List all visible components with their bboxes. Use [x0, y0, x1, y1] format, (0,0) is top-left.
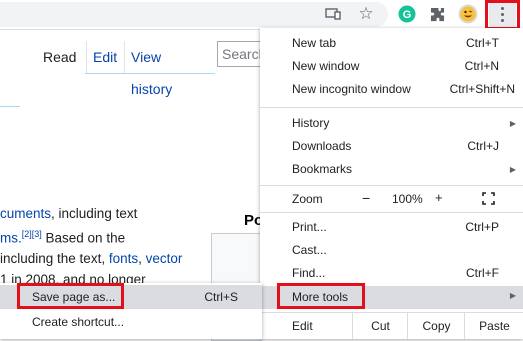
menu-item-bookmarks[interactable]: Bookmarks ▶ [260, 158, 523, 181]
menu-item-more-tools[interactable]: More tools ▶ [260, 286, 523, 309]
copy-button[interactable]: Copy [407, 313, 465, 339]
article-text-line: including the text, fonts, vector [0, 251, 183, 266]
menu-dot [501, 7, 504, 10]
menu-item-new-incognito-window[interactable]: New incognito window Ctrl+Shift+N [260, 78, 523, 101]
menu-dot [501, 13, 504, 16]
fullscreen-icon[interactable] [482, 192, 495, 205]
zoom-level: 100% [392, 192, 423, 206]
chrome-main-menu: New tab Ctrl+T New window Ctrl+N New incog… [260, 28, 523, 339]
svg-text:G: G [403, 9, 412, 21]
submenu-arrow-icon: ▶ [509, 291, 516, 300]
menu-item-history[interactable]: History ▶ [260, 112, 523, 135]
menu-item-find[interactable]: Find... Ctrl+F [260, 262, 523, 285]
article-text-line: cuments, including text [0, 206, 138, 221]
tab-view-history[interactable]: View history [124, 41, 210, 97]
menu-item-save-page-as[interactable]: Save page as... Ctrl+S [0, 285, 262, 309]
tabs-divider [85, 73, 215, 74]
menu-item-print[interactable]: Print... Ctrl+P [260, 216, 523, 239]
menu-separator [260, 212, 523, 213]
edit-row: Edit Cut Copy Paste [260, 313, 523, 339]
menu-separator [260, 107, 523, 108]
zoom-in-button[interactable]: + [435, 190, 443, 205]
bookmark-star-icon[interactable]: ☆ [355, 3, 377, 25]
menu-item-downloads[interactable]: Downloads Ctrl+J [260, 135, 523, 158]
tab-edit[interactable]: Edit [86, 41, 124, 73]
menu-item-create-shortcut[interactable]: Create shortcut... [0, 310, 262, 334]
submenu-arrow-icon: ▶ [509, 119, 516, 128]
submenu-arrow-icon: ▶ [509, 165, 516, 174]
zoom-out-button[interactable]: − [362, 190, 370, 206]
chrome-menu-button[interactable] [489, 1, 516, 28]
cast-icon[interactable] [322, 3, 344, 25]
reference-link[interactable]: [2][3] [22, 229, 42, 239]
menu-dot [501, 19, 504, 22]
paste-button[interactable]: Paste [464, 313, 523, 339]
grammarly-extension-icon[interactable]: G [396, 3, 418, 25]
zoom-label: Zoom [292, 192, 323, 206]
menu-item-cast[interactable]: Cast... [260, 239, 523, 262]
menu-item-new-window[interactable]: New window Ctrl+N [260, 55, 523, 78]
article-link[interactable]: cuments [0, 206, 51, 221]
menu-item-new-tab[interactable]: New tab Ctrl+T [260, 32, 523, 55]
extensions-puzzle-icon[interactable] [426, 3, 448, 25]
edit-label: Edit [292, 319, 313, 333]
browser-toolbar: ☆ G [0, 0, 523, 30]
profile-avatar[interactable] [457, 3, 479, 25]
cut-button[interactable]: Cut [352, 313, 408, 339]
fonts-link[interactable]: fonts [109, 251, 138, 266]
header-divider [0, 106, 20, 107]
article-link[interactable]: ms. [0, 231, 22, 246]
zoom-controls: − 100% + [352, 186, 523, 212]
tab-read[interactable]: Read [37, 41, 85, 73]
vector-link[interactable]: vector [146, 251, 183, 266]
article-text-line: ms.[2][3] Based on the [0, 229, 126, 246]
more-tools-submenu: Save page as... Ctrl+S Create shortcut..… [0, 283, 262, 339]
zoom-row: Zoom − 100% + [260, 186, 523, 212]
